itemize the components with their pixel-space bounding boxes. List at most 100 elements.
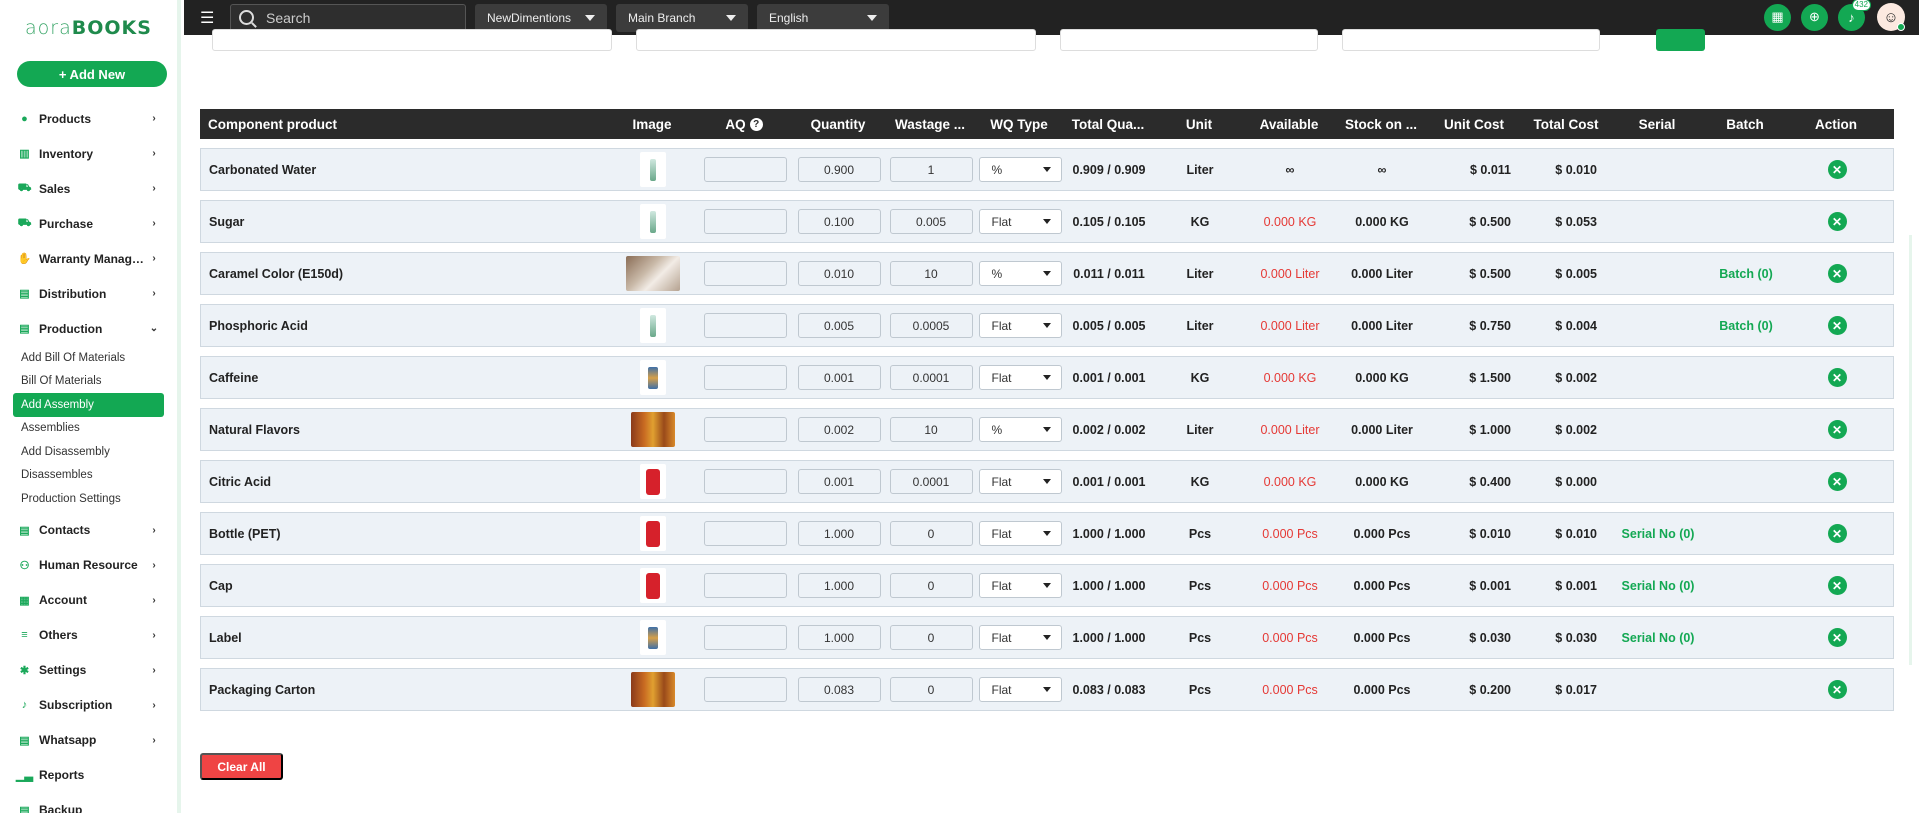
remove-row-icon[interactable]: ✕ [1827, 212, 1847, 231]
aq-input[interactable] [703, 365, 787, 390]
business-select[interactable]: NewDimentions [475, 3, 607, 32]
wastage-input[interactable]: 0 [889, 521, 973, 546]
quantity-input[interactable]: 0.002 [797, 417, 881, 442]
sidebar-item-others[interactable]: ≡ Others › [0, 618, 177, 653]
aq-input[interactable] [703, 313, 787, 338]
aq-input[interactable] [703, 677, 787, 702]
quantity-input[interactable]: 0.001 [797, 469, 881, 494]
submenu-item-add-disassembly[interactable]: Add Disassembly [0, 440, 177, 464]
remove-row-icon[interactable]: ✕ [1827, 680, 1847, 699]
quantity-input[interactable]: 0.001 [797, 365, 881, 390]
wastage-input[interactable]: 0.0005 [889, 313, 973, 338]
remove-row-icon[interactable]: ✕ [1827, 420, 1847, 439]
wq-type-select[interactable]: Flat [978, 573, 1062, 598]
remove-row-icon[interactable]: ✕ [1827, 576, 1847, 595]
scrollbar[interactable] [1909, 235, 1912, 665]
wastage-input[interactable]: 0 [889, 573, 973, 598]
wq-type-select[interactable]: Flat [978, 469, 1062, 494]
aq-input[interactable] [703, 417, 787, 442]
submenu-item-add-assembly[interactable]: Add Assembly [13, 393, 164, 417]
wq-type-select[interactable]: Flat [978, 521, 1062, 546]
menu-toggle-icon[interactable]: ☰ [200, 8, 222, 28]
wastage-input[interactable]: 10 [889, 261, 973, 286]
remove-row-icon[interactable]: ✕ [1827, 628, 1847, 647]
wq-type-select[interactable]: % [978, 417, 1062, 442]
language-select[interactable]: English [757, 3, 889, 32]
app-logo[interactable]: aora BOOKS [0, 0, 177, 56]
quantity-input[interactable]: 0.010 [797, 261, 881, 286]
aq-input[interactable] [703, 469, 787, 494]
remove-row-icon[interactable]: ✕ [1827, 472, 1847, 491]
aq-input[interactable] [703, 261, 787, 286]
aq-input[interactable] [703, 521, 787, 546]
submenu-item-bill-of-materials[interactable]: Bill Of Materials [0, 370, 177, 394]
add-new-button[interactable]: + Add New [17, 61, 167, 87]
quantity-input[interactable]: 0.900 [797, 157, 881, 182]
wastage-input[interactable]: 0.0001 [889, 365, 973, 390]
wq-type-select[interactable]: % [978, 157, 1062, 182]
sidebar-item-settings[interactable]: ✱ Settings › [0, 653, 177, 688]
serial-link[interactable]: Serial No (0) [1613, 579, 1703, 593]
aq-input[interactable] [703, 573, 787, 598]
help-icon[interactable]: ? [749, 117, 763, 131]
quantity-input[interactable]: 0.083 [797, 677, 881, 702]
remove-row-icon[interactable]: ✕ [1827, 316, 1847, 335]
wastage-input[interactable]: 0.005 [889, 209, 973, 234]
remove-row-icon[interactable]: ✕ [1827, 160, 1847, 179]
wastage-input[interactable]: 0 [889, 625, 973, 650]
aq-input[interactable] [703, 157, 787, 182]
wq-type-select[interactable]: Flat [978, 209, 1062, 234]
quantity-input[interactable]: 0.005 [797, 313, 881, 338]
sidebar-item-human-resource[interactable]: ⚇ Human Resource › [0, 548, 177, 583]
wastage-input[interactable]: 1 [889, 157, 973, 182]
wq-type-select[interactable]: Flat [978, 365, 1062, 390]
sidebar-item-purchase[interactable]: ⛟ Purchase › [0, 206, 177, 241]
filter-field[interactable] [212, 29, 612, 51]
quantity-input[interactable]: 1.000 [797, 573, 881, 598]
wq-type-select[interactable]: Flat [978, 677, 1062, 702]
filter-submit-button[interactable] [1656, 29, 1705, 51]
batch-link[interactable]: Batch (0) [1703, 319, 1789, 333]
submenu-item-production-settings[interactable]: Production Settings [0, 487, 177, 511]
sidebar-item-production[interactable]: ▤ Production ⌄ [0, 311, 177, 346]
aq-input[interactable] [703, 625, 787, 650]
serial-link[interactable]: Serial No (0) [1613, 527, 1703, 541]
serial-link[interactable]: Serial No (0) [1613, 631, 1703, 645]
submenu-item-assemblies[interactable]: Assemblies [0, 417, 177, 441]
sidebar-item-reports[interactable]: ▁▃ Reports › [0, 758, 177, 793]
sidebar-item-warranty-manageme[interactable]: ✋ Warranty Manageme... › [0, 241, 177, 276]
filter-field[interactable] [1060, 29, 1318, 51]
calculator-icon[interactable]: ▦ [1764, 3, 1791, 31]
wq-type-select[interactable]: Flat [978, 625, 1062, 650]
sidebar-item-distribution[interactable]: ▤ Distribution › [0, 276, 177, 311]
filter-field[interactable] [1342, 29, 1600, 51]
wastage-input[interactable]: 0 [889, 677, 973, 702]
globe-icon[interactable]: ⊕ [1801, 3, 1828, 31]
sidebar-item-whatsapp[interactable]: ▤ Whatsapp › [0, 723, 177, 758]
submenu-item-add-bill-of-materials[interactable]: Add Bill Of Materials [0, 346, 177, 370]
search-input[interactable]: Search [230, 3, 466, 32]
clear-all-button[interactable]: Clear All [200, 753, 283, 780]
wq-type-select[interactable]: % [978, 261, 1062, 286]
sidebar-item-sales[interactable]: ⛟ Sales › [0, 171, 177, 206]
sidebar-item-products[interactable]: ● Products › [0, 101, 177, 136]
quantity-input[interactable]: 1.000 [797, 625, 881, 650]
wastage-input[interactable]: 0.0001 [889, 469, 973, 494]
branch-select[interactable]: Main Branch [616, 3, 748, 32]
wastage-input[interactable]: 10 [889, 417, 973, 442]
wq-type-select[interactable]: Flat [978, 313, 1062, 338]
quantity-input[interactable]: 1.000 [797, 521, 881, 546]
sidebar-item-subscription[interactable]: ♪ Subscription › [0, 688, 177, 723]
batch-link[interactable]: Batch (0) [1703, 267, 1789, 281]
sidebar-item-backup[interactable]: ▤ Backup › [0, 793, 177, 813]
bell-icon[interactable]: ♪ 432 [1838, 0, 1871, 31]
sidebar-item-contacts[interactable]: ▤ Contacts › [0, 513, 177, 548]
remove-row-icon[interactable]: ✕ [1827, 524, 1847, 543]
filter-field[interactable] [636, 29, 1036, 51]
aq-input[interactable] [703, 209, 787, 234]
submenu-item-disassembles[interactable]: Disassembles [0, 464, 177, 488]
sidebar-item-inventory[interactable]: ▥ Inventory › [0, 136, 177, 171]
remove-row-icon[interactable]: ✕ [1827, 368, 1847, 387]
avatar[interactable]: ☺ [1877, 3, 1905, 31]
sidebar-item-account[interactable]: ▦ Account › [0, 583, 177, 618]
